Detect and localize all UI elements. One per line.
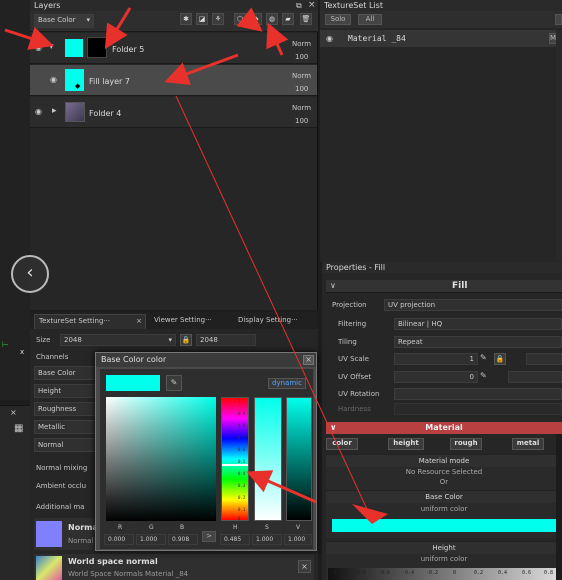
connector-line — [175, 95, 373, 521]
arrow-to-fill-button — [266, 22, 289, 56]
arrow-to-folder-visibility — [4, 27, 54, 50]
arrow-to-hue-slider — [246, 470, 317, 504]
arrow-to-toolbar — [236, 7, 263, 32]
annotation-arrows — [4, 7, 388, 524]
arrow-to-base-color-swatch — [352, 504, 388, 524]
arrow-to-folder-5 — [104, 7, 132, 50]
arrow-to-fill-layer — [164, 53, 239, 86]
